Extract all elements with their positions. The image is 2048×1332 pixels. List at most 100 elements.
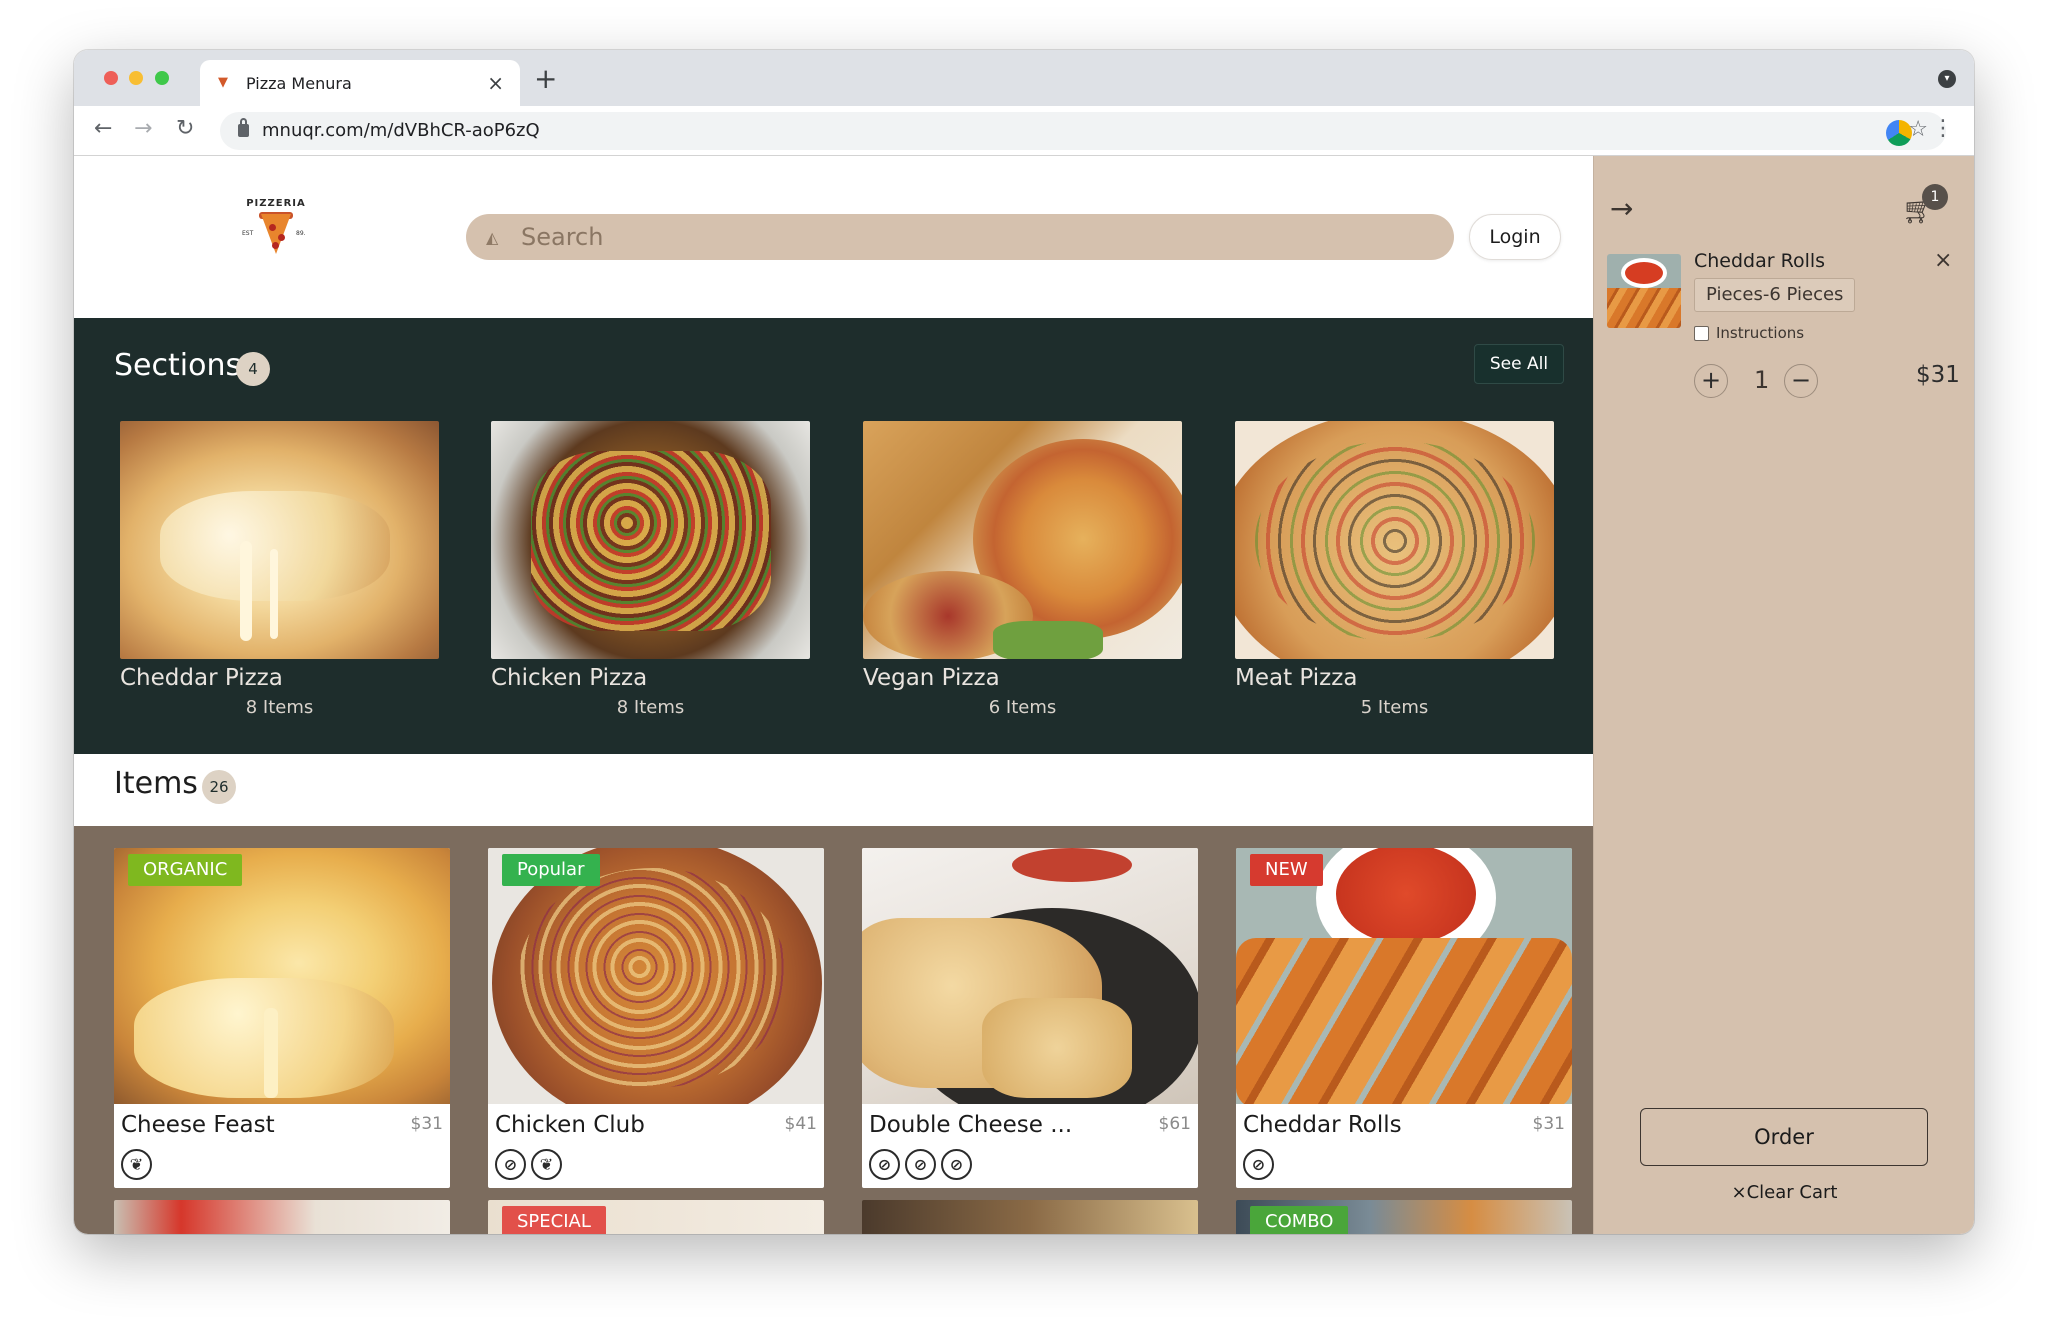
section-card-vegan[interactable]: Vegan Pizza 6 Items <box>863 421 1182 718</box>
quantity-value: 1 <box>1754 366 1770 394</box>
section-card-meat[interactable]: Meat Pizza 5 Items <box>1235 421 1554 718</box>
clear-cart-button[interactable]: ×Clear Cart <box>1594 1182 1974 1203</box>
no-dairy-icon: ⊘ <box>869 1149 900 1180</box>
sections-count-badge: 4 <box>236 352 270 386</box>
page-content: PIZZERIA EST 89. ◭ Search Login Sections <box>74 156 1974 1234</box>
cart-item-option: Pieces-6 Pieces <box>1694 278 1856 312</box>
item-tag: NEW <box>1250 854 1323 886</box>
cart-item-price: $31 <box>1916 362 1960 388</box>
item-card-row2-1[interactable] <box>114 1200 450 1234</box>
meat-pizza-image <box>1235 421 1554 659</box>
no-dairy-icon: ⊘ <box>1243 1149 1274 1180</box>
logo-pepperoni <box>269 224 276 231</box>
logo-est: EST <box>242 230 254 237</box>
login-button[interactable]: Login <box>1469 214 1561 260</box>
item-card-row2-2[interactable]: SPECIAL <box>488 1200 824 1234</box>
tab-close-icon[interactable]: × <box>487 71 504 95</box>
menu-main: PIZZERIA EST 89. ◭ Search Login Sections <box>74 156 1593 1234</box>
section-card-cheddar[interactable]: Cheddar Pizza 8 Items <box>120 421 439 718</box>
sections-title: Sections <box>114 348 242 383</box>
cheddar-pizza-image <box>120 421 439 659</box>
no-wheat-icon: ⊘ <box>905 1149 936 1180</box>
no-egg-icon: ⊘ <box>941 1149 972 1180</box>
order-button[interactable]: Order <box>1640 1108 1928 1166</box>
pizzeria-logo[interactable]: PIZZERIA EST 89. <box>234 190 318 274</box>
forward-arrow-icon[interactable]: → <box>134 116 152 141</box>
item-tag: ORGANIC <box>128 854 243 886</box>
item-tag: Popular <box>502 854 600 886</box>
pizza-favicon-icon: ▼ <box>218 75 228 90</box>
item-card-double-cheese[interactable]: Double Cheese ... $61 ⊘ ⊘ ⊘ <box>862 848 1198 1188</box>
increase-quantity-button[interactable]: + <box>1694 364 1728 398</box>
section-card-chicken[interactable]: Chicken Pizza 8 Items <box>491 421 810 718</box>
reload-icon[interactable]: ↻ <box>176 116 194 141</box>
section-count: 5 Items <box>1360 697 1429 718</box>
browser-window: ▼ Pizza Menura × + ▾ ← → ↻ mnuqr.com/m/d… <box>74 50 1974 1234</box>
see-all-button[interactable]: See All <box>1474 344 1564 384</box>
logo-year: 89. <box>296 230 306 237</box>
tab-title: Pizza Menura <box>246 74 352 93</box>
item-price: $61 <box>1158 1114 1191 1134</box>
section-name: Meat Pizza <box>1235 665 1358 691</box>
remove-item-icon[interactable]: × <box>1934 248 1952 273</box>
menu-header: PIZZERIA EST 89. ◭ Search Login <box>74 156 1593 318</box>
vegetarian-icon: ❦ <box>531 1149 562 1180</box>
logo-pepperoni <box>278 234 285 241</box>
item-price: $31 <box>1532 1114 1565 1134</box>
items-title: Items <box>114 766 198 801</box>
back-arrow-icon[interactable]: ← <box>94 116 112 141</box>
url-text: mnuqr.com/m/dVBhCR-aoP6zQ <box>262 120 540 141</box>
instructions-label[interactable]: Instructions <box>1716 324 1804 342</box>
maximize-window-button[interactable] <box>155 71 169 85</box>
tab-bar: ▼ Pizza Menura × + ▾ <box>74 50 1974 106</box>
browser-menu-icon[interactable]: ⋮ <box>1932 116 1954 141</box>
vegan-pizza-image <box>863 421 1182 659</box>
section-name: Vegan Pizza <box>863 665 1000 691</box>
instructions-checkbox[interactable] <box>1694 326 1709 341</box>
item-card-chicken-club[interactable]: Popular Chicken Club $41 ⊘ ❦ <box>488 848 824 1188</box>
extension-icon[interactable] <box>1886 120 1912 146</box>
cheese-feast-image <box>114 848 450 1104</box>
diet-icons: ⊘ ⊘ ⊘ <box>869 1149 977 1181</box>
item-card-row2-4[interactable]: COMBO <box>1236 1200 1572 1234</box>
item-price: $41 <box>784 1114 817 1134</box>
items-count-badge: 26 <box>202 770 236 804</box>
section-count: 8 Items <box>245 697 314 718</box>
item-name: Double Cheese ... <box>869 1112 1073 1138</box>
decrease-quantity-button[interactable]: − <box>1784 364 1818 398</box>
search-input[interactable]: ◭ Search <box>466 214 1454 260</box>
clear-cart-label: Clear Cart <box>1746 1182 1838 1203</box>
chicken-club-image <box>488 848 824 1104</box>
clear-cart-icon: × <box>1731 1182 1747 1203</box>
search-placeholder: Search <box>521 223 604 251</box>
item-card-row2-3[interactable] <box>862 1200 1198 1234</box>
no-gluten-icon: ⊘ <box>495 1149 526 1180</box>
cart-count-badge: 1 <box>1922 184 1948 210</box>
sections-panel: Sections 4 See All Cheddar Pizza 8 Items <box>74 318 1593 754</box>
cart-item-name: Cheddar Rolls <box>1694 250 1826 272</box>
tab-search-icon[interactable]: ▾ <box>1938 70 1956 88</box>
section-count: 8 Items <box>616 697 685 718</box>
section-name: Chicken Pizza <box>491 665 648 691</box>
collapse-cart-arrow-icon[interactable]: → <box>1610 192 1633 225</box>
address-bar[interactable]: mnuqr.com/m/dVBhCR-aoP6zQ ☆ <box>220 112 1946 150</box>
cart-panel: → 🛒︎ 1 Cheddar Rolls × Pieces-6 Pieces I… <box>1593 156 1974 1234</box>
items-grid: ORGANIC Cheese Feast $31 ❦ Popular Chick… <box>74 826 1593 1234</box>
item-card-cheddar-rolls[interactable]: NEW Cheddar Rolls $31 ⊘ <box>1236 848 1572 1188</box>
logo-text: PIZZERIA <box>246 198 306 209</box>
section-count: 6 Items <box>988 697 1057 718</box>
section-name: Cheddar Pizza <box>120 665 283 691</box>
item-name: Cheddar Rolls <box>1243 1112 1402 1138</box>
chicken-pizza-image <box>491 421 810 659</box>
logo-pepperoni <box>272 242 279 249</box>
item-name: Cheese Feast <box>121 1112 275 1138</box>
new-tab-button[interactable]: + <box>534 62 557 95</box>
browser-tab[interactable]: ▼ Pizza Menura × <box>200 60 520 106</box>
close-window-button[interactable] <box>104 71 118 85</box>
cheddar-rolls-image <box>1236 848 1572 1104</box>
double-cheese-image <box>862 848 1198 1104</box>
minimize-window-button[interactable] <box>129 71 143 85</box>
browser-toolbar: ← → ↻ mnuqr.com/m/dVBhCR-aoP6zQ ☆ ⋮ <box>74 106 1974 156</box>
diet-icons: ⊘ <box>1243 1149 1279 1181</box>
item-card-cheese-feast[interactable]: ORGANIC Cheese Feast $31 ❦ <box>114 848 450 1188</box>
